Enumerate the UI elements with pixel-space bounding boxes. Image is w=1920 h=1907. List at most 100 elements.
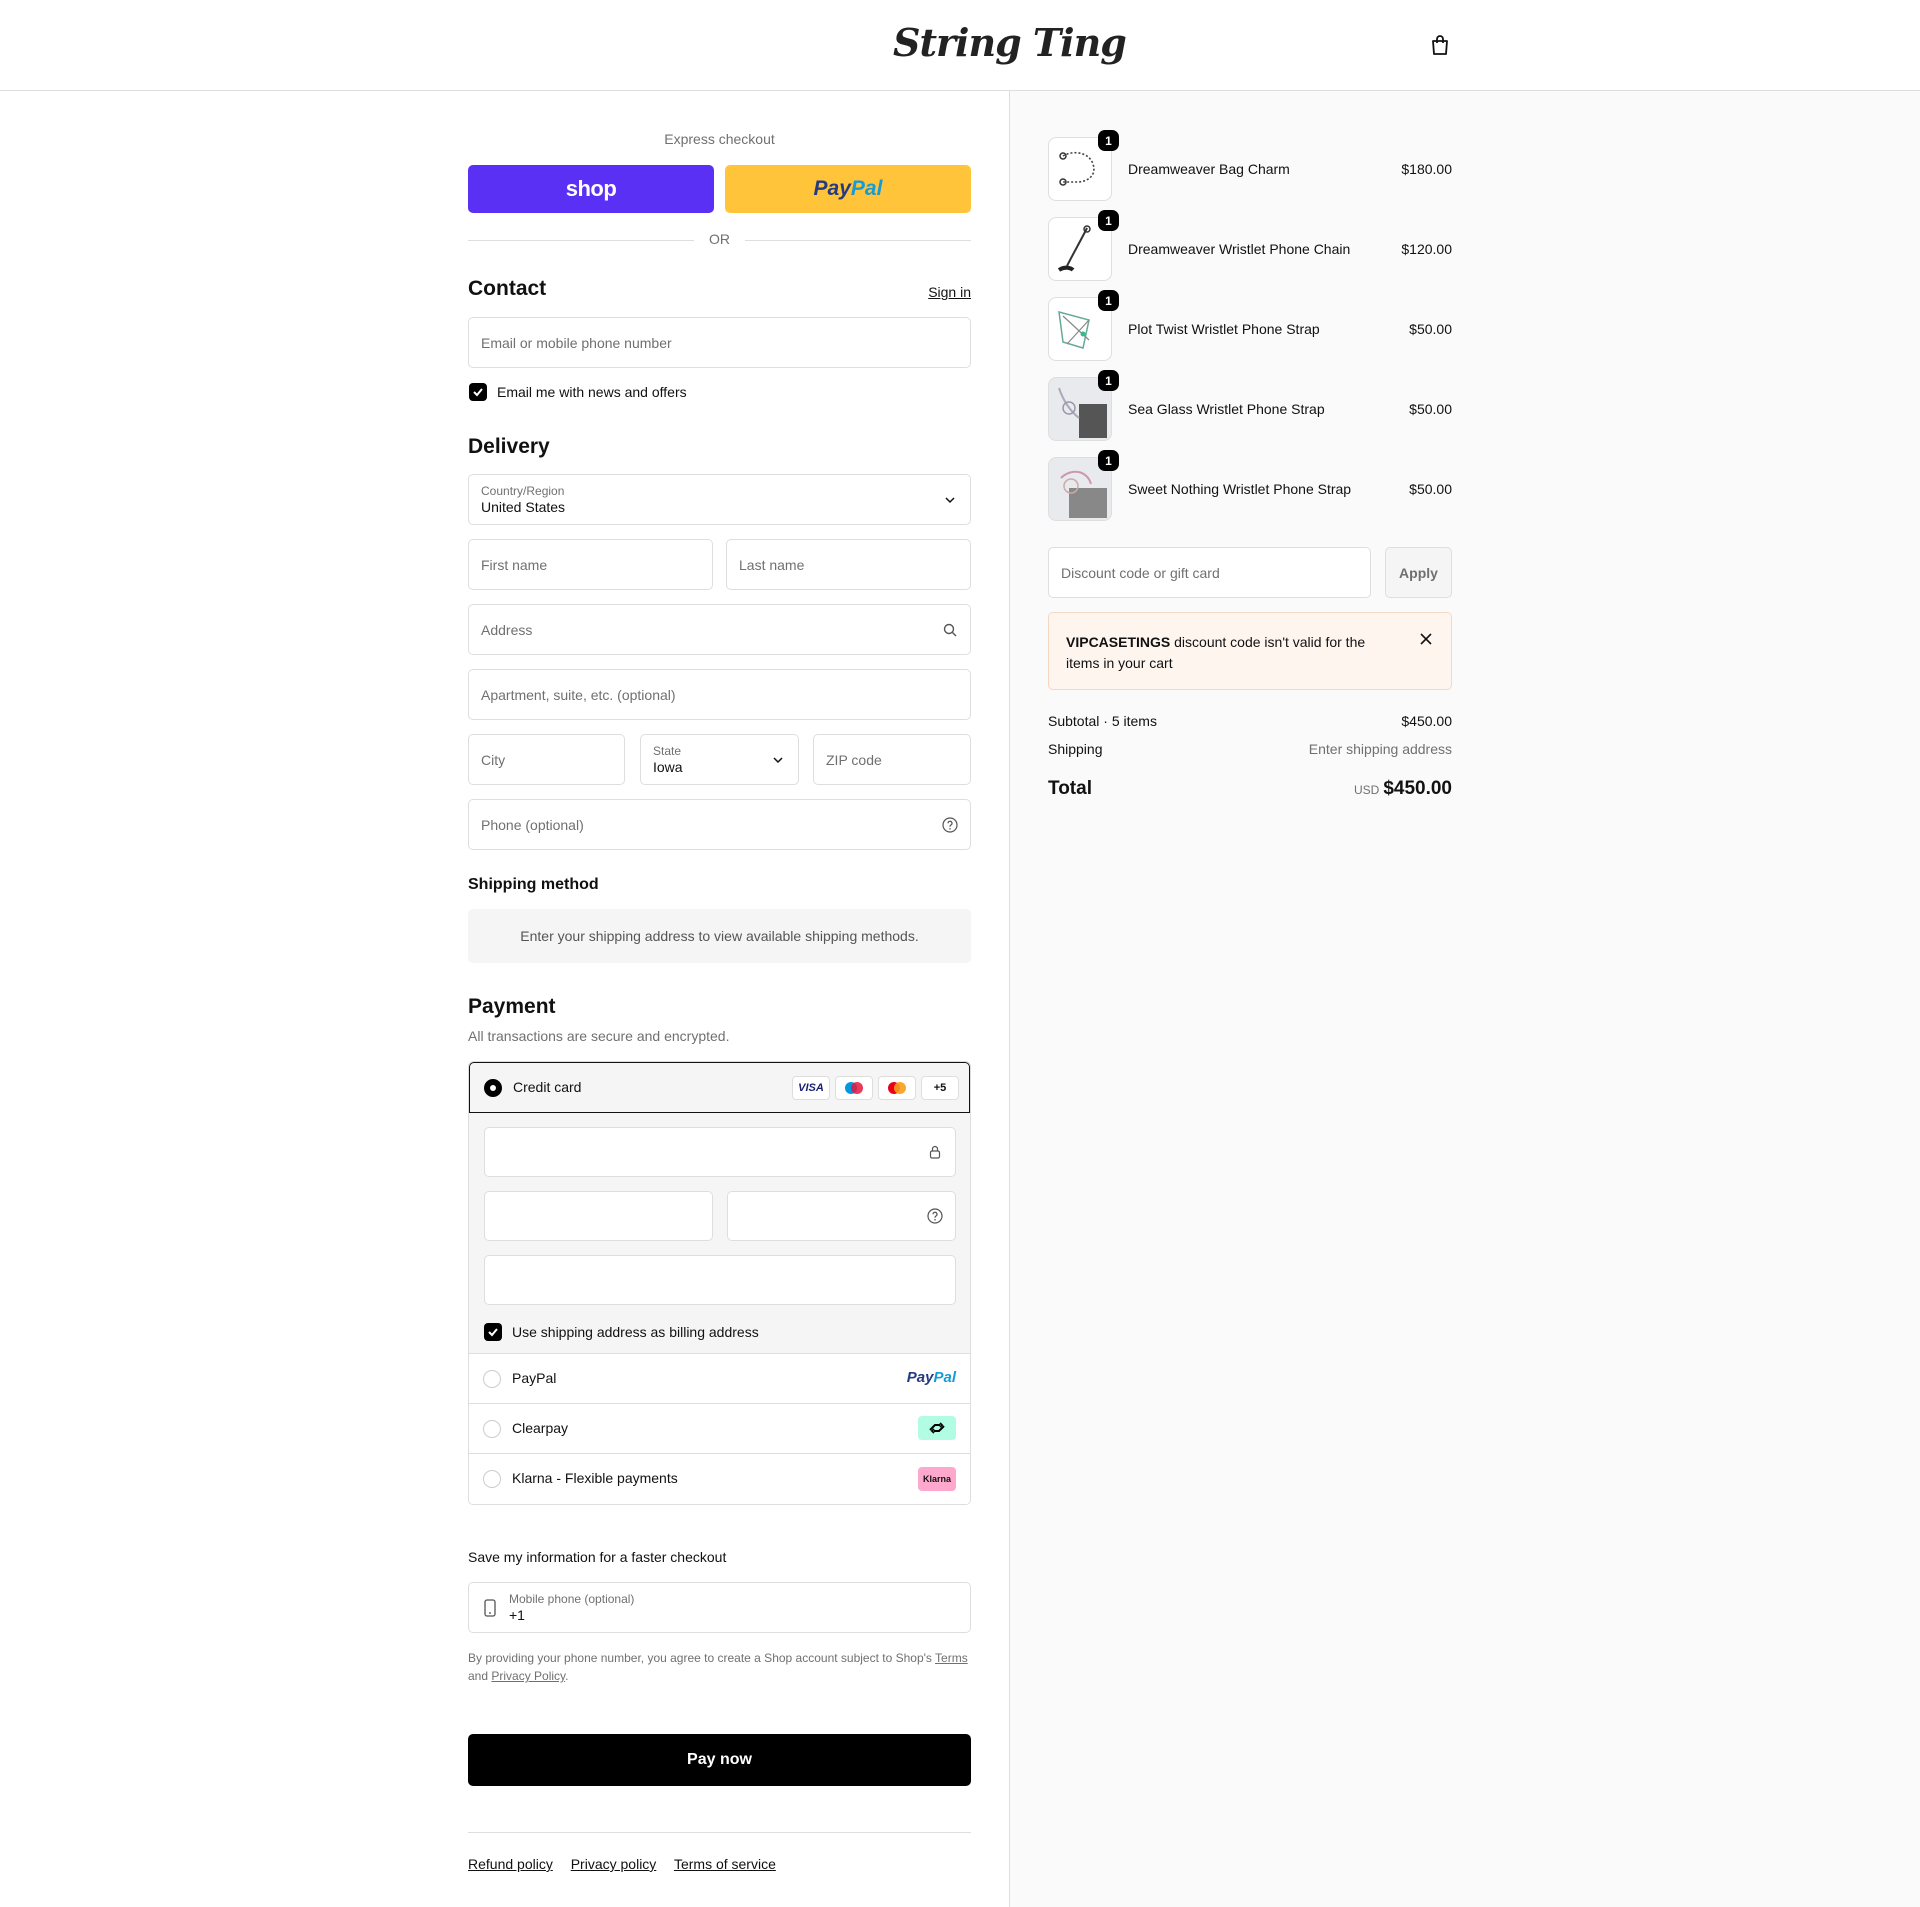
quantity-badge: 1: [1098, 370, 1119, 391]
mobile-phone-field[interactable]: Mobile phone (optional) +1: [468, 1582, 971, 1633]
address-field[interactable]: Address: [468, 604, 971, 655]
shopping-bag-icon[interactable]: [1428, 33, 1452, 57]
paypal-label: PayPal: [512, 1370, 557, 1386]
product-image: 1: [1048, 290, 1119, 361]
billing-checkbox[interactable]: [484, 1323, 502, 1341]
credit-card-option[interactable]: Credit card VISA +5: [469, 1062, 970, 1113]
subtotal-label: Subtotal · 5 items: [1048, 713, 1157, 729]
mobile-phone-value: +1: [509, 1607, 525, 1623]
product-image: 1: [1048, 210, 1119, 281]
paypal-express-button[interactable]: Pay Pal: [725, 165, 971, 213]
item-price: $50.00: [1409, 321, 1452, 337]
last-name-placeholder: Last name: [739, 556, 805, 573]
paypal-logo-pay: Pay: [813, 177, 851, 200]
country-select[interactable]: Country/Region United States: [468, 474, 971, 525]
credit-card-radio[interactable]: [484, 1079, 502, 1097]
search-icon: [943, 623, 957, 636]
cart-item: 1 Dreamweaver Wristlet Phone Chain $120.…: [1048, 210, 1452, 281]
zip-field[interactable]: ZIP code: [813, 734, 971, 785]
first-name-field[interactable]: First name: [468, 539, 713, 590]
paypal-option[interactable]: PayPal PayPal: [469, 1354, 970, 1404]
address-placeholder: Address: [481, 621, 533, 638]
item-price: $50.00: [1409, 401, 1452, 417]
clearpay-label: Clearpay: [512, 1420, 569, 1436]
more-cards-badge[interactable]: +5: [921, 1076, 959, 1100]
pay-now-button[interactable]: Pay now: [468, 1734, 971, 1786]
country-value: United States: [481, 499, 566, 515]
total-value: $450.00: [1383, 778, 1452, 799]
shipping-value: Enter shipping address: [1308, 741, 1452, 757]
news-checkbox[interactable]: [469, 383, 487, 401]
klarna-logo-icon: Klarna: [918, 1467, 956, 1491]
city-field[interactable]: City: [468, 734, 625, 785]
sign-in-link[interactable]: Sign in: [928, 284, 971, 300]
close-icon[interactable]: [1419, 632, 1433, 646]
store-logo[interactable]: String Ting: [893, 20, 1127, 65]
check-icon: [488, 1328, 498, 1337]
privacy-policy-link[interactable]: Privacy policy: [571, 1856, 657, 1872]
payment-methods: Credit card VISA +5 Use shipping address…: [468, 1061, 971, 1505]
apartment-field[interactable]: Apartment, suite, etc. (optional): [468, 669, 971, 720]
footer-divider: [468, 1832, 971, 1833]
footer-links: Refund policy Privacy policy Terms of se…: [468, 1856, 790, 1872]
terms-link[interactable]: Terms: [935, 1651, 968, 1665]
save-info-title: Save my information for a faster checkou…: [468, 1549, 727, 1565]
last-name-field[interactable]: Last name: [726, 539, 971, 590]
help-icon[interactable]: [942, 816, 958, 833]
chevron-down-icon: [945, 496, 955, 503]
phone-field[interactable]: Phone (optional): [468, 799, 971, 850]
refund-policy-link[interactable]: Refund policy: [468, 1856, 553, 1872]
lock-icon: [929, 1145, 941, 1159]
header: String Ting: [0, 0, 1920, 91]
apply-discount-button[interactable]: Apply: [1385, 547, 1452, 598]
legal-text-3: .: [565, 1669, 569, 1683]
privacy-link[interactable]: Privacy Policy: [491, 1669, 565, 1683]
product-image: 1: [1048, 130, 1119, 201]
item-name: Dreamweaver Wristlet Phone Chain: [1128, 241, 1351, 257]
email-field[interactable]: Email or mobile phone number: [468, 317, 971, 368]
shop-pay-button[interactable]: shop: [468, 165, 714, 213]
help-icon[interactable]: [927, 1208, 943, 1224]
quantity-badge: 1: [1098, 210, 1119, 231]
maestro-icon: [835, 1076, 873, 1100]
terms-of-service-link[interactable]: Terms of service: [674, 1856, 776, 1872]
total-row: Total USD $450.00: [1048, 778, 1452, 804]
mobile-phone-icon: [484, 1599, 496, 1617]
klarna-option[interactable]: Klarna - Flexible payments Klarna: [469, 1454, 970, 1504]
order-summary-panel: [1009, 91, 1920, 1907]
country-label: Country/Region: [481, 484, 565, 498]
cart-item: 1 Sea Glass Wristlet Phone Strap $50.00: [1048, 370, 1452, 441]
legal-text-2: and: [468, 1669, 492, 1683]
expiry-field[interactable]: [484, 1191, 713, 1241]
phone-placeholder: Phone (optional): [481, 816, 584, 833]
credit-card-label: Credit card: [513, 1079, 582, 1095]
subtotal-row: Subtotal · 5 items $450.00: [1048, 713, 1452, 733]
state-select[interactable]: State Iowa: [640, 734, 799, 785]
paypal-logo-pal: Pal: [850, 177, 883, 200]
item-name: Dreamweaver Bag Charm: [1128, 161, 1290, 177]
name-on-card-field[interactable]: [484, 1255, 956, 1305]
shipping-method-info: Enter your shipping address to view avai…: [468, 909, 971, 963]
cart-item: 1 Dreamweaver Bag Charm $180.00: [1048, 130, 1452, 201]
shipping-method-title: Shipping method: [468, 876, 599, 893]
city-placeholder: City: [481, 751, 506, 768]
currency-code: USD: [1353, 783, 1380, 797]
discount-placeholder: Discount code or gift card: [1061, 564, 1220, 581]
clearpay-radio[interactable]: [483, 1420, 501, 1438]
legal-text: By providing your phone number, you agre…: [468, 1649, 971, 1685]
card-number-field[interactable]: [484, 1127, 956, 1177]
product-image: 1: [1048, 450, 1119, 521]
or-text: OR: [709, 231, 730, 247]
shipping-label: Shipping: [1048, 741, 1103, 757]
first-name-placeholder: First name: [481, 556, 548, 573]
klarna-radio[interactable]: [483, 1470, 501, 1488]
clearpay-option[interactable]: Clearpay: [469, 1404, 970, 1454]
shipping-row: Shipping Enter shipping address: [1048, 741, 1452, 761]
email-placeholder: Email or mobile phone number: [481, 334, 672, 351]
check-icon: [473, 388, 483, 397]
discount-code-field[interactable]: Discount code or gift card: [1048, 547, 1371, 598]
item-name: Plot Twist Wristlet Phone Strap: [1128, 321, 1320, 337]
cart-item: 1 Plot Twist Wristlet Phone Strap $50.00: [1048, 290, 1452, 361]
security-code-field[interactable]: [727, 1191, 956, 1241]
paypal-radio[interactable]: [483, 1370, 501, 1388]
